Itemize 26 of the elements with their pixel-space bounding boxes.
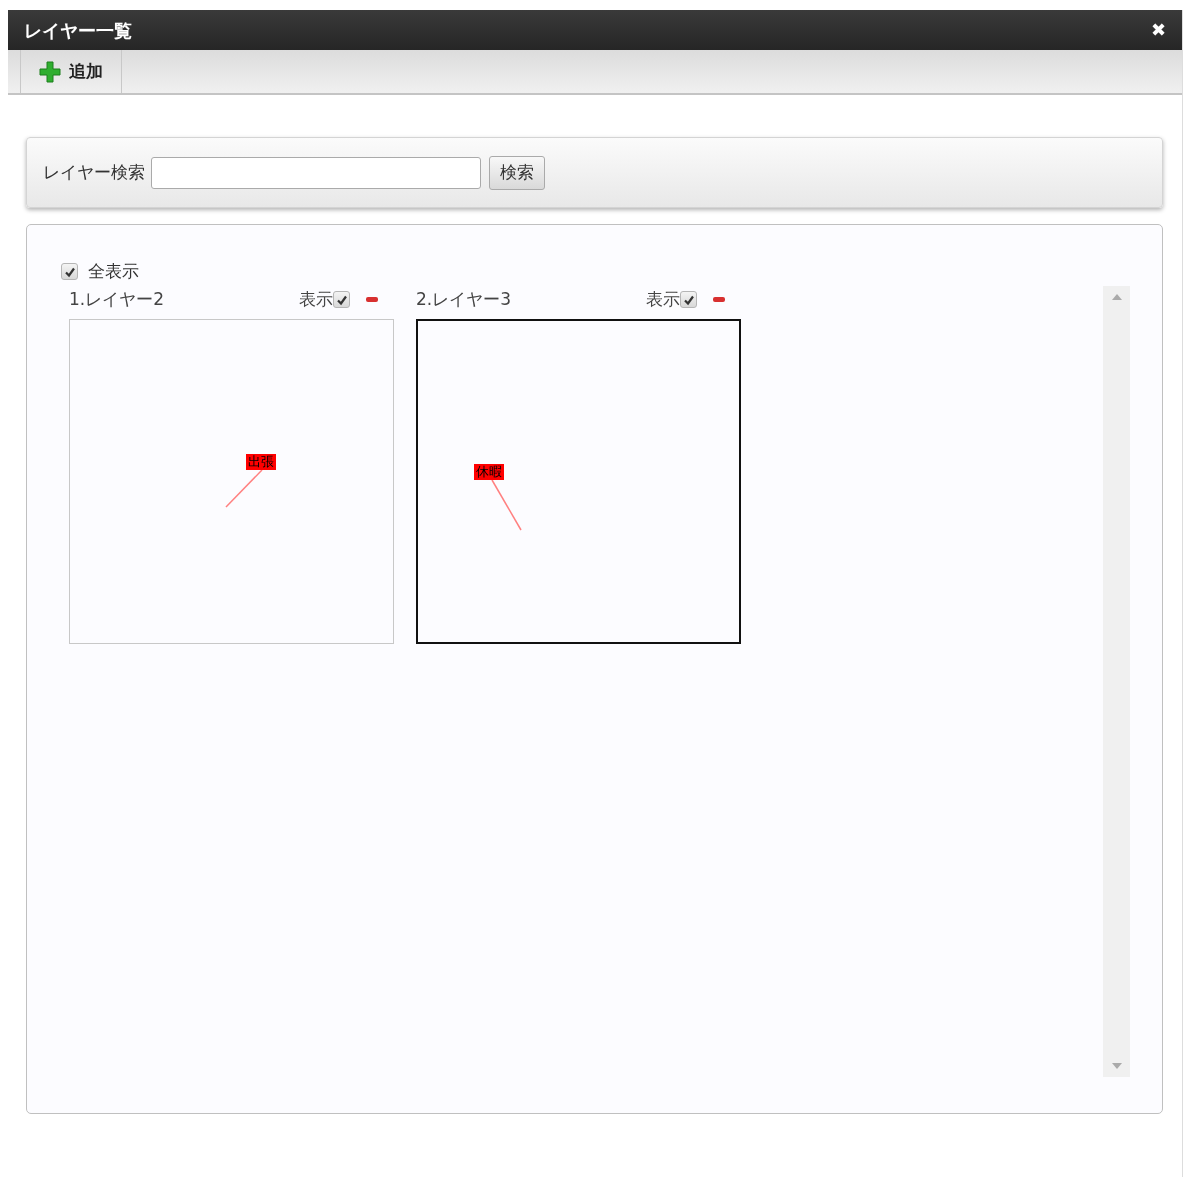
remove-button[interactable] <box>366 297 378 302</box>
layer-preview[interactable]: 出張 <box>69 318 394 644</box>
plus-icon <box>39 60 61 83</box>
scroll-down-icon <box>1111 1063 1122 1069</box>
remove-button[interactable] <box>713 297 725 302</box>
close-button[interactable]: ✖ <box>1150 21 1166 39</box>
show-all-checkbox[interactable] <box>61 263 78 281</box>
layer-preview[interactable]: 休暇 <box>416 318 741 644</box>
show-all-label: 全表示 <box>88 260 139 283</box>
layer-title: 2.レイヤー3 <box>416 287 512 311</box>
visible-checkbox[interactable] <box>333 291 350 308</box>
layer-tag: 出張 <box>246 453 276 470</box>
visible-checkbox[interactable] <box>680 291 697 308</box>
add-button[interactable]: 追加 <box>20 50 122 93</box>
layer-tag: 休暇 <box>474 463 504 480</box>
window-title: レイヤー一覧 <box>24 18 132 43</box>
search-label: レイヤー検索 <box>43 160 145 184</box>
scrollbar[interactable] <box>1103 286 1130 1077</box>
leader-line <box>491 478 522 531</box>
visible-label: 表示 <box>299 287 333 311</box>
scroll-up-icon <box>1111 294 1122 300</box>
search-button[interactable]: 検索 <box>489 155 545 190</box>
search-field[interactable] <box>151 156 481 189</box>
layer-title: 1.レイヤー2 <box>69 287 165 311</box>
leader-line <box>225 468 263 508</box>
visible-label: 表示 <box>646 287 680 311</box>
